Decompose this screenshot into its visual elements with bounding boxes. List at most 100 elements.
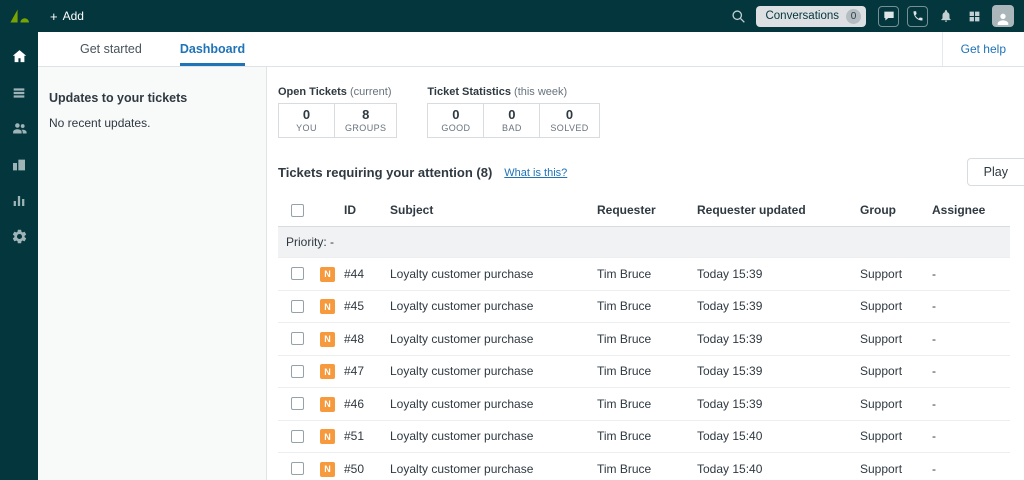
new-ticket-badge: N [320,299,335,314]
ticket-subject[interactable]: Loyalty customer purchase [382,323,589,356]
ticket-assignee: - [924,258,1010,291]
ticket-statistics-stats: Ticket Statistics (this week) 0 GOOD 0 B… [427,86,599,138]
conversations-button[interactable]: Conversations 0 [756,6,866,27]
stat-value: 0 [494,107,529,122]
new-ticket-badge: N [320,267,335,282]
apps-grid-icon[interactable] [964,6,984,26]
conversations-label: Conversations [765,10,839,22]
ticket-updated: Today 15:39 [689,355,852,388]
sidebar-item-admin[interactable] [0,221,38,257]
new-ticket-badge: N [320,429,335,444]
new-ticket-badge: N [320,364,335,379]
stat-box-good[interactable]: 0 GOOD [427,103,484,138]
ticket-requester: Tim Bruce [589,258,689,291]
stat-value: 0 [289,107,324,122]
open-tickets-title: Open Tickets [278,86,347,98]
ticket-subject[interactable]: Loyalty customer purchase [382,290,589,323]
main-content: Open Tickets (current) 0 YOU 8 GROUPS [267,67,1024,480]
sidebar-item-home[interactable] [0,41,38,77]
new-ticket-badge: N [320,397,335,412]
row-checkbox[interactable] [291,332,304,345]
sidebar-item-organizations[interactable] [0,149,38,185]
table-row[interactable]: N #45 Loyalty customer purchase Tim Bruc… [278,290,1010,323]
home-icon [11,48,28,70]
table-row[interactable]: N #47 Loyalty customer purchase Tim Bruc… [278,355,1010,388]
header-subject[interactable]: Subject [382,193,589,227]
ticket-statistics-heading: Ticket Statistics (this week) [427,86,599,98]
ticket-subject[interactable]: Loyalty customer purchase [382,258,589,291]
customers-icon [11,120,28,142]
stat-box-solved[interactable]: 0 SOLVED [539,103,599,138]
chat-icon[interactable] [878,6,899,27]
ticket-statistics-title: Ticket Statistics [427,86,511,98]
gear-icon [11,228,28,250]
ticket-requester: Tim Bruce [589,355,689,388]
plus-icon: + [50,10,58,23]
row-checkbox[interactable] [291,430,304,443]
attention-title: Tickets requiring your attention (8) [278,165,492,180]
updates-title: Updates to your tickets [49,91,254,105]
row-checkbox[interactable] [291,397,304,410]
table-row[interactable]: N #50 Loyalty customer purchase Tim Bruc… [278,453,1010,480]
ticket-subject[interactable]: Loyalty customer purchase [382,453,589,480]
ticket-subject[interactable]: Loyalty customer purchase [382,420,589,453]
ticket-assignee: - [924,420,1010,453]
row-checkbox[interactable] [291,267,304,280]
table-row[interactable]: N #46 Loyalty customer purchase Tim Bruc… [278,388,1010,421]
ticket-table-body: Priority: - N #44 Loyalty customer purch… [278,227,1010,480]
avatar[interactable] [992,5,1014,27]
ticket-group: Support [852,290,924,323]
stat-label: GOOD [438,123,473,133]
row-checkbox[interactable] [291,462,304,475]
play-button[interactable]: Play [967,158,1024,186]
ticket-subject[interactable]: Loyalty customer purchase [382,355,589,388]
stat-label: SOLVED [550,123,588,133]
phone-icon[interactable] [907,6,928,27]
tab-dashboard[interactable]: Dashboard [180,32,245,66]
views-icon [11,85,27,106]
ticket-requester: Tim Bruce [589,290,689,323]
what-is-this-link[interactable]: What is this? [504,167,567,179]
header-requester-updated[interactable]: Requester updated [689,193,852,227]
stat-value: 0 [550,107,588,122]
zendesk-logo-icon[interactable] [9,6,29,31]
table-row[interactable]: N #48 Loyalty customer purchase Tim Bruc… [278,323,1010,356]
ticket-assignee: - [924,388,1010,421]
new-ticket-badge: N [320,462,335,477]
ticket-requester: Tim Bruce [589,323,689,356]
stat-box-you[interactable]: 0 YOU [278,103,335,138]
updates-empty-text: No recent updates. [49,116,254,130]
search-icon[interactable] [728,6,748,26]
open-tickets-heading: Open Tickets (current) [278,86,397,98]
reporting-icon [11,193,27,214]
conversations-count-badge: 0 [846,9,861,24]
get-help-link[interactable]: Get help [942,32,1024,66]
ticket-assignee: - [924,323,1010,356]
header-group[interactable]: Group [852,193,924,227]
stat-box-groups[interactable]: 8 GROUPS [334,103,397,138]
ticket-subject[interactable]: Loyalty customer purchase [382,388,589,421]
ticket-updated: Today 15:39 [689,258,852,291]
ticket-id: #46 [336,388,382,421]
header-id[interactable]: ID [336,193,382,227]
table-row[interactable]: N #51 Loyalty customer purchase Tim Bruc… [278,420,1010,453]
tab-get-started[interactable]: Get started [80,32,142,66]
row-checkbox[interactable] [291,300,304,313]
ticket-id: #47 [336,355,382,388]
tickets-table: ID Subject Requester Requester updated G… [278,193,1010,480]
sidebar-item-reporting[interactable] [0,185,38,221]
sidebar-item-views[interactable] [0,77,38,113]
ticket-group: Support [852,453,924,480]
ticket-group: Support [852,388,924,421]
bell-icon[interactable] [936,6,956,26]
stat-box-bad[interactable]: 0 BAD [483,103,540,138]
ticket-group: Support [852,355,924,388]
table-row[interactable]: N #44 Loyalty customer purchase Tim Bruc… [278,258,1010,291]
header-assignee[interactable]: Assignee [924,193,1010,227]
row-checkbox[interactable] [291,365,304,378]
select-all-checkbox[interactable] [291,204,304,217]
ticket-group: Support [852,420,924,453]
header-requester[interactable]: Requester [589,193,689,227]
sidebar-item-customers[interactable] [0,113,38,149]
add-button[interactable]: + Add [50,9,84,23]
